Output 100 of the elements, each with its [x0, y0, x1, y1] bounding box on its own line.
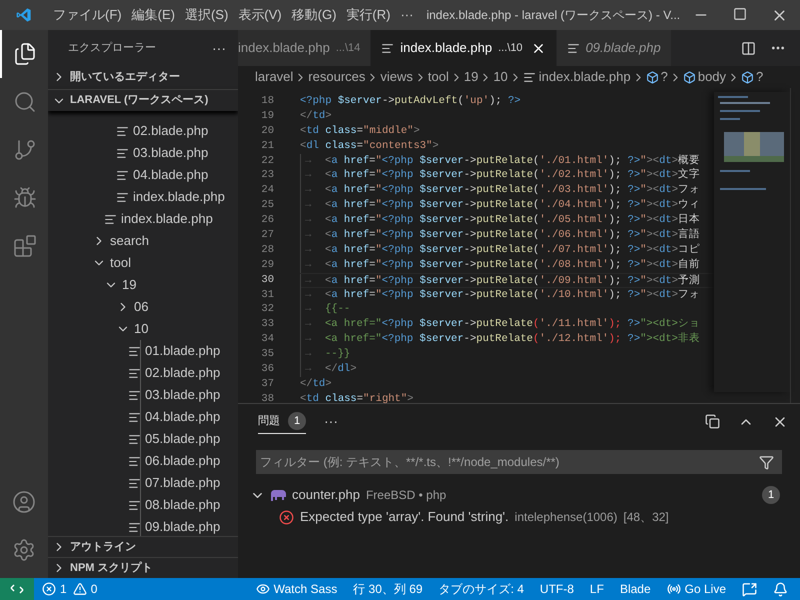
file-item[interactable]: 06.blade.php — [48, 450, 238, 472]
line-number: 22 — [260, 154, 274, 168]
breadcrumb-item[interactable]: views — [380, 67, 413, 87]
panel-tab[interactable]: 問題 1 — [258, 410, 306, 434]
folder-item[interactable]: tool — [48, 252, 238, 274]
status-item[interactable]: LF — [590, 580, 604, 598]
code-line: → </dl> — [300, 362, 714, 377]
file-location: FreeBSD • php — [366, 487, 446, 504]
breadcrumb-item[interactable]: 19 — [464, 67, 478, 87]
file-item[interactable]: 04.blade.php — [48, 164, 238, 186]
line-number: 24 — [260, 183, 274, 198]
folder-item[interactable]: 10 — [48, 318, 238, 340]
file-item[interactable]: 09.blade.php — [48, 516, 238, 536]
file-item[interactable]: index.blade.php — [48, 186, 238, 208]
status-item[interactable]: タブのサイズ: 4 — [438, 580, 524, 598]
file-item[interactable]: 02.blade.php — [48, 120, 238, 142]
file-item[interactable]: 03.blade.php — [48, 142, 238, 164]
file-name: counter.php — [292, 486, 360, 504]
menu-item[interactable]: ファイル(F) — [48, 5, 127, 25]
problem-group[interactable]: counter.php FreeBSD • php 1 — [250, 484, 780, 506]
file-item[interactable]: 03.blade.php — [48, 384, 238, 406]
code-line: → <a href="<?php $server->putRelate('./10.html'); ?>"><dt>フォ — [300, 288, 714, 302]
code-line: → <a href="<?php $server->putRelate('./08.html'); ?>"><dt>自前 — [300, 258, 714, 273]
line-number: 29 — [260, 258, 274, 273]
folder-item[interactable]: search — [48, 230, 238, 252]
status-item[interactable]: Blade — [620, 580, 651, 598]
line-number: 20 — [260, 124, 274, 139]
file-item[interactable]: 01.blade.php — [48, 340, 238, 362]
count-badge: 1 — [288, 412, 306, 430]
code-line: → <a href="<?php $server->putRelate('./03.html'); ?>"><dt>フォ — [300, 183, 714, 198]
code-line: → <a href="<?php $server->putRelate('./05.html'); ?>"><dt>日本 — [300, 213, 714, 228]
status-item[interactable]: UTF-8 — [540, 580, 574, 598]
menu-item[interactable]: 実行(R) — [341, 5, 396, 25]
section-header[interactable]: 開いているエディター — [48, 66, 238, 88]
menu-item[interactable]: 表示(V) — [233, 5, 287, 25]
file-item[interactable]: 02.blade.php — [48, 362, 238, 384]
file-item[interactable]: 07.blade.php — [48, 472, 238, 494]
section-header[interactable]: アウトライン — [48, 536, 238, 557]
folder-item[interactable]: 19 — [48, 274, 238, 296]
line-number: 27 — [260, 228, 274, 243]
line-number: 37 — [260, 376, 274, 392]
line-number: 25 — [260, 198, 274, 214]
editor-tab[interactable]: index.blade.php ...\14 — [238, 30, 372, 66]
more-actions[interactable]: ··· — [324, 411, 338, 432]
line-number: 23 — [260, 168, 274, 184]
menu-item[interactable]: 選択(S) — [180, 5, 234, 25]
editor-tab[interactable]: index.blade.php ...\10 — [371, 30, 557, 66]
code-line: → <a href="<?php $server->putRelate('./02.html'); ?>"><dt>文字 — [300, 168, 714, 184]
code-line: → <a href="<?php $server->putRelate('./06.html'); ?>"><dt>言語 — [300, 228, 714, 243]
file-item[interactable]: index.blade.php — [48, 208, 238, 230]
status-item[interactable]: 行 30、列 69 — [353, 580, 423, 598]
file-item[interactable]: 08.blade.php — [48, 494, 238, 516]
code-line: → <a href="<?php $server->putRelate('./11.html'); ?>"><dt>ショ — [300, 317, 714, 332]
more-actions[interactable]: ··· — [212, 38, 226, 58]
menu-item[interactable]: ··· — [395, 5, 418, 25]
problems-status[interactable]: 1 0 — [34, 580, 106, 598]
filter-input[interactable]: フィルター (例: テキスト、**/*.ts、!**/node_modules/**) — [260, 453, 759, 471]
code-line: → <a href="<?php $server->putRelate('./12.html'); ?>"><dt>非表 — [300, 332, 714, 348]
menu-item[interactable]: 編集(E) — [126, 5, 180, 25]
breadcrumb-item[interactable]: 10 — [493, 67, 508, 87]
breadcrumb-item[interactable]: resources — [308, 67, 366, 87]
code-line: <td class="right"> — [300, 392, 414, 403]
code-line: </td> — [300, 376, 333, 392]
code-line: <td class="middle"> — [300, 124, 421, 139]
sidebar-title: エクスプローラー — [68, 40, 156, 56]
line-number: 38 — [260, 392, 274, 403]
editor-tab[interactable]: 09.blade.php — [556, 30, 672, 66]
line-number: 36 — [260, 362, 274, 377]
code-line: <?php $server->putAdvLeft('up'); ?> — [300, 94, 522, 109]
breadcrumb-item[interactable]: ? — [756, 67, 764, 87]
breadcrumb-item[interactable]: ? — [660, 67, 668, 87]
line-number: 34 — [260, 332, 274, 348]
window-title: index.blade.php - laravel (ワークスペース) - V... — [426, 7, 680, 24]
file-item[interactable]: 04.blade.php — [48, 406, 238, 428]
file-item[interactable]: 05.blade.php — [48, 428, 238, 450]
breadcrumb-item[interactable]: index.blade.php — [538, 67, 631, 87]
line-number: 28 — [260, 242, 274, 258]
folder-item[interactable]: 06 — [48, 296, 238, 318]
filter-field[interactable]: フィルター (例: テキスト、**/*.ts、!**/node_modules/**) — [256, 450, 782, 474]
line-number: 21 — [260, 138, 274, 154]
line-number: 18 — [260, 94, 274, 109]
code-line: </td> — [300, 108, 333, 124]
code-line: → <a href="<?php $server->putRelate('./09.html'); ?>"><dt>予測 — [300, 272, 714, 288]
line-number: 19 — [260, 108, 274, 124]
status-item[interactable]: Watch Sass — [256, 580, 338, 598]
status-item[interactable]: Go Live — [666, 580, 726, 598]
menu-item[interactable]: 移動(G) — [286, 5, 342, 25]
breadcrumb-item[interactable]: body — [698, 67, 726, 87]
line-number: 26 — [260, 213, 274, 228]
line-number: 31 — [260, 288, 274, 302]
code-line: <dl class="contents3"> — [300, 138, 440, 154]
breadcrumb-item[interactable]: laravel — [255, 67, 294, 87]
code-line: → <a href="<?php $server->putRelate('./04.html'); ?>"><dt>ウィ — [300, 198, 714, 214]
line-number: 35 — [260, 347, 274, 362]
section-header[interactable]: LARAVEL (ワークスペース) — [48, 89, 238, 111]
line-number: 30 — [260, 272, 274, 288]
problem-item[interactable]: Expected type 'array'. Found 'string'. intelephense(1006) [48、32] — [258, 506, 780, 528]
line-number: 32 — [260, 302, 274, 318]
breadcrumb-item[interactable]: tool — [428, 67, 449, 87]
code-line: → <a href="<?php $server->putRelate('./01.html'); ?>"><dt>概要 — [300, 154, 714, 168]
